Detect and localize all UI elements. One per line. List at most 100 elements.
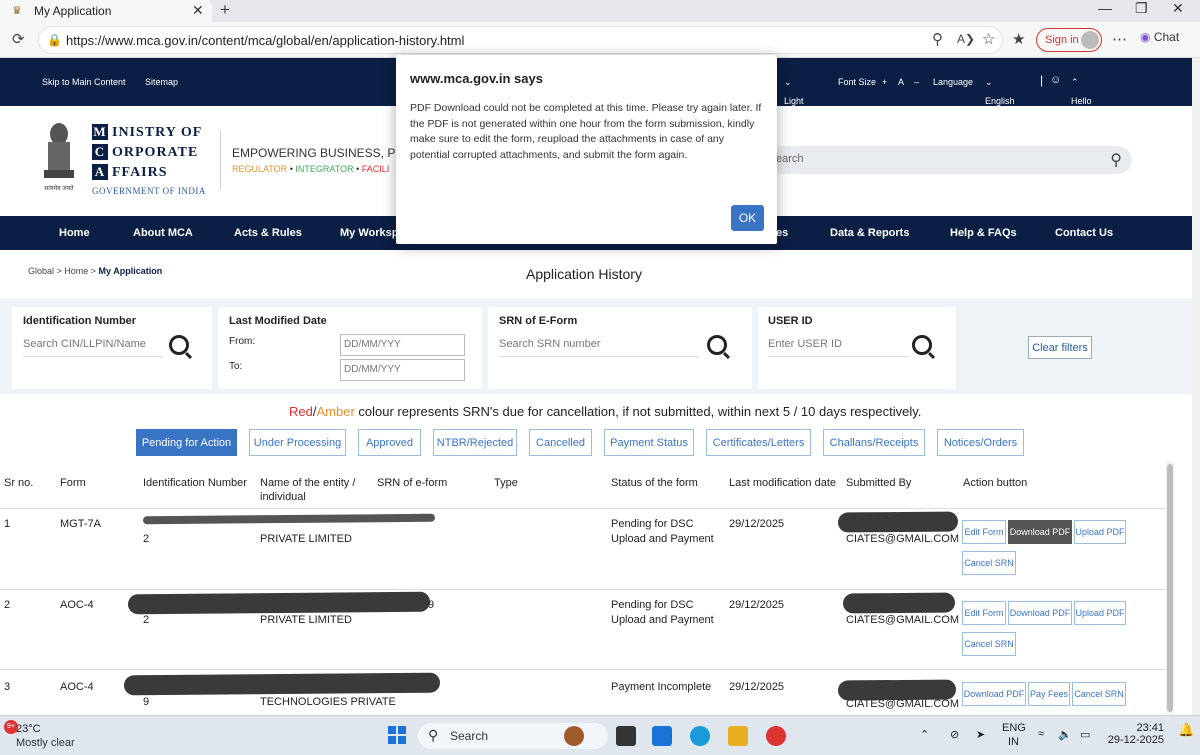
url-text: https://www.mca.gov.in/content/mca/globa…	[66, 33, 465, 48]
mca-logo[interactable]: M INISTRY OF C ORPORATE A FFAIRS	[92, 124, 202, 184]
nav-acts-rules[interactable]: Acts & Rules	[234, 227, 302, 239]
edit-form-button[interactable]: Edit Form	[962, 520, 1006, 544]
task-view-icon[interactable]	[616, 726, 636, 746]
scrollbar-thumb[interactable]	[1167, 464, 1173, 712]
tab-payment-status[interactable]: Payment Status	[604, 429, 694, 456]
logo-letter: C	[92, 144, 108, 160]
download-pdf-button[interactable]: Download PDF	[1008, 520, 1072, 544]
cancel-srn-button[interactable]: Cancel SRN	[962, 551, 1016, 575]
nav-contact-us[interactable]: Contact Us	[1055, 227, 1113, 239]
header-entity-name-2: individual	[260, 491, 306, 503]
row-divider	[0, 669, 1166, 670]
close-tab-icon[interactable]: ✕	[192, 2, 204, 19]
sign-in-button[interactable]: Sign in	[1036, 28, 1102, 52]
tab-cancelled[interactable]: Cancelled	[529, 429, 592, 456]
date-filter-label: Last Modified Date	[229, 315, 327, 327]
copilot-chat-button[interactable]: ◉ Chat	[1140, 30, 1179, 44]
from-date-input[interactable]: DD/MM/YYY	[340, 334, 465, 356]
read-aloud-icon[interactable]: A❯	[957, 32, 975, 46]
id-search-input[interactable]: Search CIN/LLPIN/Name	[23, 333, 163, 357]
header-entity-name: Name of the entity /	[260, 477, 356, 489]
minimize-icon[interactable]: —	[1098, 0, 1112, 16]
favorite-star-icon[interactable]: ☆	[982, 30, 995, 48]
table-scrollbar[interactable]	[1166, 462, 1174, 714]
search-icon[interactable]	[912, 335, 932, 355]
download-pdf-button[interactable]: Download PDF	[962, 682, 1026, 706]
page-scrollbar[interactable]	[1192, 58, 1200, 715]
nav-my-workspace[interactable]: My Worksp	[340, 227, 398, 239]
language-indicator[interactable]: ENG	[1002, 722, 1026, 734]
tab-challans-receipts[interactable]: Challans/Receipts	[823, 429, 925, 456]
pay-fees-button[interactable]: Pay Fees	[1028, 682, 1070, 706]
show-hidden-icons-icon[interactable]: ⌃	[920, 728, 929, 741]
cell-id: 2	[143, 614, 150, 626]
srn-search-input[interactable]: Search SRN number	[499, 333, 699, 357]
user-menu[interactable]: Hello SNEHAL ⌃	[1071, 77, 1107, 116]
upload-pdf-button[interactable]: Upload PDF	[1074, 601, 1126, 625]
windows-start-icon[interactable]	[388, 726, 406, 744]
tab-pending-for-action[interactable]: Pending for Action	[136, 429, 237, 456]
new-tab-button[interactable]: +	[220, 0, 230, 20]
tab-ntbr-rejected[interactable]: NTBR/Rejected	[433, 429, 517, 456]
nav-home[interactable]: Home	[59, 227, 90, 239]
user-id-input[interactable]: Enter USER ID	[768, 333, 908, 357]
nav-services[interactable]: es	[776, 227, 788, 239]
theme-select[interactable]: Light ⌄	[784, 77, 804, 106]
notifications-bell-icon[interactable]: 🔔	[1178, 722, 1194, 738]
edge-icon[interactable]	[690, 726, 710, 746]
restore-icon[interactable]: ❐	[1135, 0, 1148, 17]
more-icon[interactable]: ⋯	[1112, 30, 1127, 48]
network-off-icon[interactable]: ⊘	[950, 728, 959, 741]
download-pdf-button[interactable]: Download PDF	[1008, 601, 1072, 625]
browser-tab[interactable]: ♛ My Application ✕	[0, 0, 212, 22]
search-icon[interactable]: ⚲	[1110, 150, 1122, 170]
sitemap-link[interactable]: Sitemap	[145, 77, 178, 87]
redaction-mark	[842, 592, 956, 614]
font-reset-button[interactable]: A	[898, 77, 904, 87]
tab-certificates-letters[interactable]: Certificates/Letters	[706, 429, 811, 456]
site-search-input[interactable]: earch ⚲	[760, 146, 1132, 174]
clear-filters-button[interactable]: Clear filters	[1028, 336, 1092, 359]
zoom-icon[interactable]: ⚲	[932, 30, 943, 48]
close-window-icon[interactable]: ✕	[1172, 0, 1184, 17]
search-icon[interactable]	[169, 335, 189, 355]
favorites-icon[interactable]: ★	[1012, 30, 1025, 48]
tab-approved[interactable]: Approved	[358, 429, 421, 456]
cell-entity-name: PRIVATE LIMITED	[260, 614, 352, 626]
wifi-icon[interactable]: ≈	[1038, 728, 1044, 740]
chrome-icon[interactable]	[766, 726, 786, 746]
address-bar[interactable]: 🔒 https://www.mca.gov.in/content/mca/glo…	[38, 26, 1003, 54]
ok-button[interactable]: OK	[731, 205, 764, 231]
font-size-label: Font Size	[838, 77, 877, 87]
font-decrease-button[interactable]: –	[914, 77, 919, 87]
nav-about-mca[interactable]: About MCA	[133, 227, 193, 239]
battery-icon[interactable]: ▭	[1080, 728, 1090, 741]
breadcrumb-path[interactable]: Global > Home >	[28, 266, 99, 276]
logo-word: ORPORATE	[112, 145, 199, 160]
tab-notices-orders[interactable]: Notices/Orders	[937, 429, 1024, 456]
cancel-srn-button[interactable]: Cancel SRN	[962, 632, 1016, 656]
header-srn: SRN of e-form	[377, 477, 448, 489]
user-icon: ☺	[1050, 74, 1062, 86]
legend-red: Red	[289, 404, 313, 419]
nav-data-reports[interactable]: Data & Reports	[830, 227, 909, 239]
location-icon[interactable]: ➤	[976, 728, 985, 741]
outlook-icon[interactable]	[652, 726, 672, 746]
edit-form-button[interactable]: Edit Form	[962, 601, 1006, 625]
to-date-input[interactable]: DD/MM/YYY	[340, 359, 465, 381]
upload-pdf-button[interactable]: Upload PDF	[1074, 520, 1126, 544]
skip-link[interactable]: Skip to Main Content	[42, 77, 126, 87]
nav-help-faqs[interactable]: Help & FAQs	[950, 227, 1017, 239]
cell-submitted-by: CIATES@GMAIL.COM	[846, 533, 960, 545]
volume-icon[interactable]: 🔈	[1058, 728, 1072, 741]
cancel-srn-button[interactable]: Cancel SRN	[1072, 682, 1126, 706]
font-increase-button[interactable]: +	[882, 77, 887, 87]
clock[interactable]: 23:41 29-12-2025	[1104, 722, 1164, 746]
language-select[interactable]: English ⌄	[985, 77, 1015, 106]
date-filter-box: Last Modified Date From: DD/MM/YYY To: D…	[218, 307, 482, 389]
file-explorer-icon[interactable]	[728, 726, 748, 746]
search-icon[interactable]	[707, 335, 727, 355]
tab-under-processing[interactable]: Under Processing	[249, 429, 346, 456]
refresh-icon[interactable]: ⟳	[12, 30, 25, 48]
tag-regulator: REGULATOR	[232, 164, 288, 174]
